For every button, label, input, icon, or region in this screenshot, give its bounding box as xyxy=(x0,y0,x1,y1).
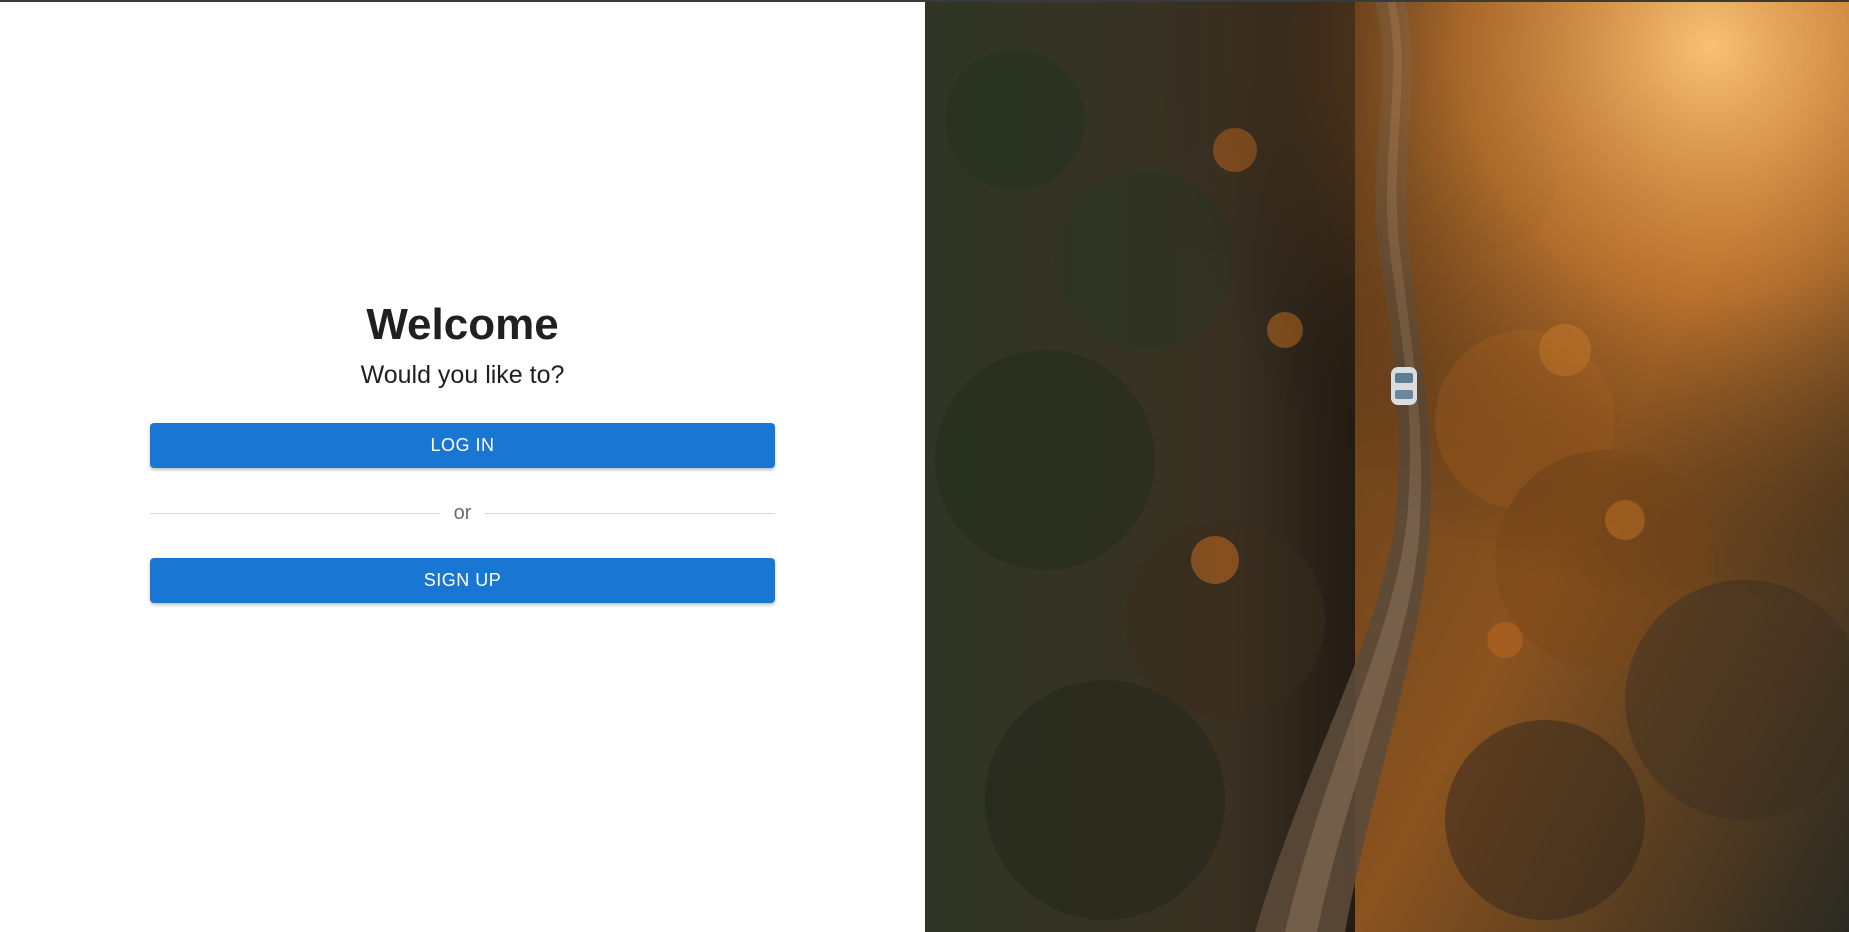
hero-image xyxy=(925,0,1849,932)
divider-line-right xyxy=(485,512,776,514)
divider-label: or xyxy=(453,501,472,524)
welcome-box: Welcome Would you like to? LOG IN or SIG… xyxy=(150,300,776,603)
welcome-panel: Welcome Would you like to? LOG IN or SIG… xyxy=(0,0,925,932)
signup-button[interactable]: SIGN UP xyxy=(150,558,775,603)
login-page: Welcome Would you like to? LOG IN or SIG… xyxy=(0,0,1849,932)
divider-line-left xyxy=(150,512,440,514)
login-button[interactable]: LOG IN xyxy=(150,423,775,468)
welcome-title: Welcome xyxy=(366,300,559,349)
window-top-border xyxy=(0,0,1849,2)
or-divider: or xyxy=(150,468,776,558)
forest-road-photo-icon xyxy=(925,0,1849,932)
car-icon xyxy=(1391,367,1417,405)
welcome-subtitle: Would you like to? xyxy=(360,361,565,389)
